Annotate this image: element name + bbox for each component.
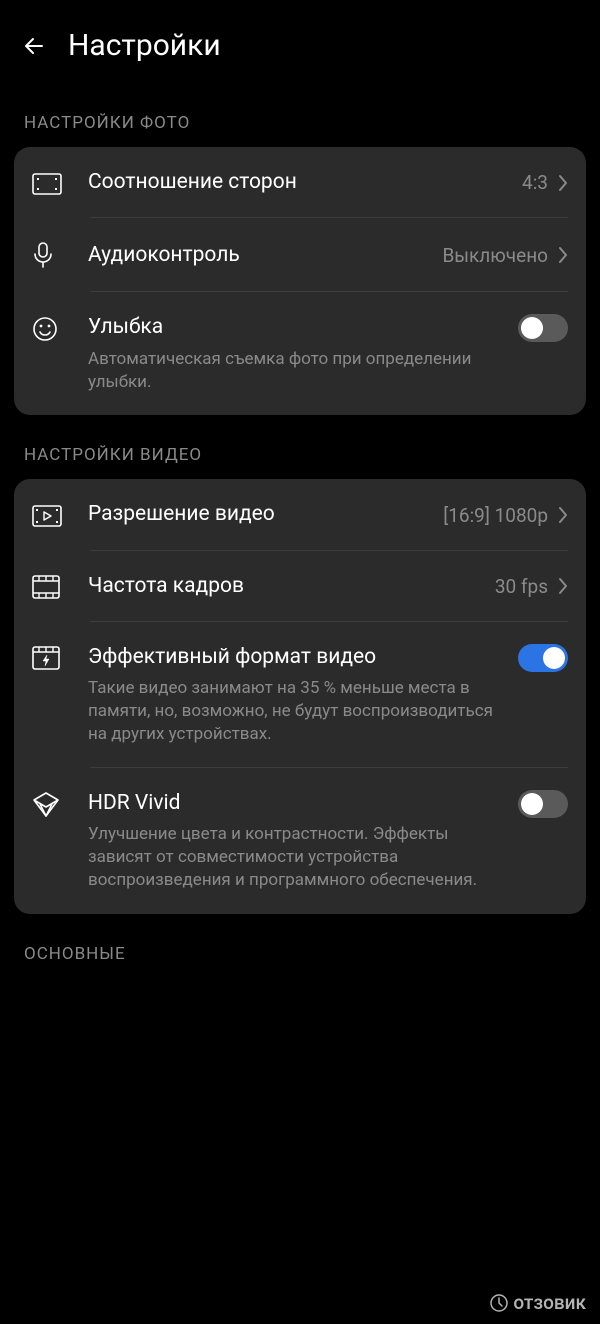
chevron-right-icon xyxy=(558,246,568,264)
video-resolution-value: [16:9] 1080p xyxy=(443,504,548,527)
smile-row[interactable]: Улыбка Автоматическая съемка фото при оп… xyxy=(14,292,586,415)
video-settings-card: Разрешение видео [16:9] 1080p xyxy=(14,479,586,914)
hdr-vivid-subtitle: Улучшение цвета и контрастности. Эффекты… xyxy=(88,823,504,892)
audio-control-label: Аудиоконтроль xyxy=(88,242,432,269)
chevron-right-icon xyxy=(558,174,568,192)
framerate-icon xyxy=(32,573,72,599)
audio-control-row[interactable]: Аудиоконтроль Выключено xyxy=(14,218,586,292)
smile-toggle[interactable] xyxy=(518,314,568,342)
audio-control-value: Выключено xyxy=(442,244,548,267)
aspect-ratio-label: Соотношение сторон xyxy=(88,169,512,196)
efficient-format-icon xyxy=(32,644,72,670)
section-header-video: НАСТРОЙКИ ВИДЕО xyxy=(0,415,600,479)
watermark: отзовик xyxy=(489,1291,586,1314)
watermark-text: отзовик xyxy=(513,1291,586,1314)
video-resolution-label: Разрешение видео xyxy=(88,501,433,528)
efficient-format-label: Эффективный формат видео xyxy=(88,644,504,671)
chevron-right-icon xyxy=(558,577,568,595)
hdr-vivid-row[interactable]: HDR Vivid Улучшение цвета и контрастност… xyxy=(14,768,586,914)
aspect-ratio-row[interactable]: Соотношение сторон 4:3 xyxy=(14,147,586,218)
smile-icon xyxy=(32,314,72,342)
efficient-format-toggle[interactable] xyxy=(518,644,568,672)
video-resolution-row[interactable]: Разрешение видео [16:9] 1080p xyxy=(14,479,586,550)
microphone-icon xyxy=(32,240,72,270)
hdr-vivid-icon xyxy=(32,790,72,818)
smile-label: Улыбка xyxy=(88,314,504,341)
section-header-main: ОСНОВНЫЕ xyxy=(0,914,600,978)
smile-subtitle: Автоматическая съемка фото при определен… xyxy=(88,348,504,394)
back-button[interactable] xyxy=(20,32,48,60)
framerate-row[interactable]: Частота кадров 30 fps xyxy=(14,551,586,622)
page-title: Настройки xyxy=(68,28,221,63)
framerate-value: 30 fps xyxy=(495,575,548,598)
video-resolution-icon xyxy=(32,503,72,527)
header: Настройки xyxy=(0,0,600,83)
aspect-ratio-icon xyxy=(32,171,72,195)
efficient-format-row[interactable]: Эффективный формат видео Такие видео зан… xyxy=(14,622,586,768)
photo-settings-card: Соотношение сторон 4:3 Аудиоконтроль Вык… xyxy=(14,147,586,415)
arrow-left-icon xyxy=(20,32,48,60)
hdr-vivid-toggle[interactable] xyxy=(518,790,568,818)
hdr-vivid-label: HDR Vivid xyxy=(88,790,504,817)
efficient-format-subtitle: Такие видео занимают на 35 % меньше мест… xyxy=(88,677,504,746)
watermark-icon xyxy=(489,1293,509,1313)
section-header-photo: НАСТРОЙКИ ФОТО xyxy=(0,83,600,147)
aspect-ratio-value: 4:3 xyxy=(522,171,548,194)
framerate-label: Частота кадров xyxy=(88,573,485,600)
chevron-right-icon xyxy=(558,506,568,524)
